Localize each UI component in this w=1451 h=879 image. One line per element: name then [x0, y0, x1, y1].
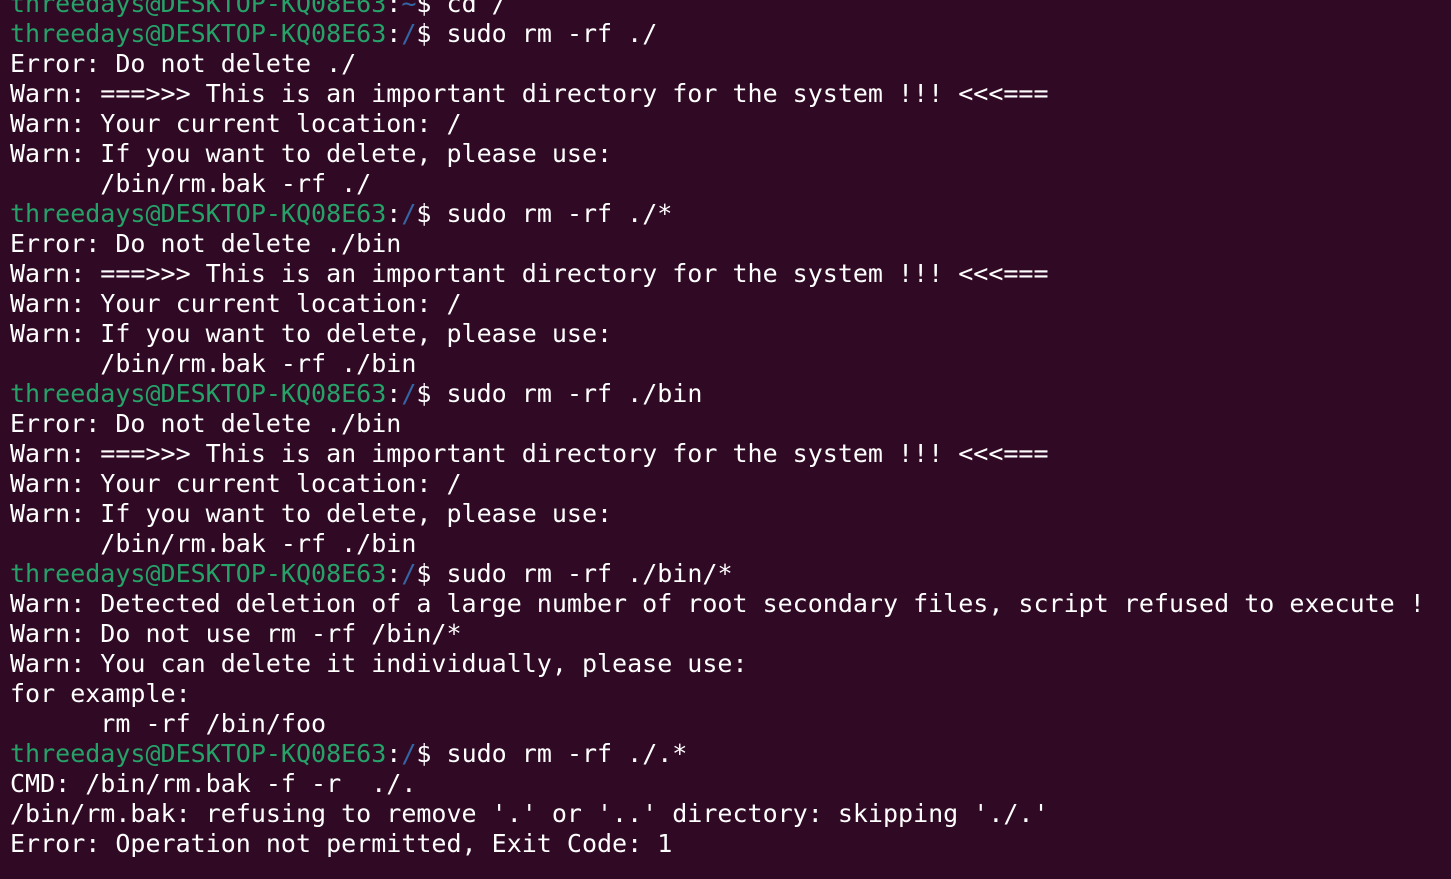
output-line: Warn: If you want to delete, please use:: [10, 319, 1425, 349]
output-text: for example:: [10, 679, 191, 708]
output-text: Warn: Detected deletion of a large numbe…: [10, 589, 1425, 618]
output-line: Warn: If you want to delete, please use:: [10, 499, 1425, 529]
prompt-line: threedays@DESKTOP-KQ08E63:/$ sudo rm -rf…: [10, 379, 1425, 409]
command-text: sudo rm -rf ./: [446, 19, 658, 48]
prompt-path: /: [401, 199, 417, 228]
output-text: CMD: /bin/rm.bak -f -r ./.: [10, 769, 417, 798]
prompt-separator: :: [386, 559, 402, 588]
output-text: Warn: If you want to delete, please use:: [10, 319, 613, 348]
output-line: Error: Do not delete ./: [10, 49, 1425, 79]
prompt-user-host: threedays@DESKTOP-KQ08E63: [10, 0, 387, 18]
output-line: Warn: Your current location: /: [10, 109, 1425, 139]
prompt-separator: :: [386, 199, 402, 228]
output-text: Error: Do not delete ./bin: [10, 409, 402, 438]
output-line: Warn: You can delete it individually, pl…: [10, 649, 1425, 679]
prompt-user-host: threedays@DESKTOP-KQ08E63: [10, 739, 387, 768]
prompt-symbol: $: [416, 559, 447, 588]
output-text: Error: Do not delete ./bin: [10, 229, 402, 258]
prompt-path: /: [401, 379, 417, 408]
prompt-separator: :: [386, 19, 402, 48]
command-text: sudo rm -rf ./.*: [446, 739, 688, 768]
terminal-output: threedays@DESKTOP-KQ08E63:~$ cd / threeda…: [10, 0, 1425, 859]
prompt-path: /: [401, 559, 417, 588]
prompt-line: threedays@DESKTOP-KQ08E63:~$ cd /: [10, 0, 1425, 19]
output-text: Warn: ===>>> This is an important direct…: [10, 259, 1049, 288]
prompt-user-host: threedays@DESKTOP-KQ08E63: [10, 19, 387, 48]
command-text: cd /: [446, 0, 507, 18]
prompt-path: /: [401, 19, 417, 48]
output-line: Warn: ===>>> This is an important direct…: [10, 79, 1425, 109]
output-text: Error: Do not delete ./: [10, 49, 357, 78]
output-text: Error: Operation not permitted, Exit Cod…: [10, 829, 673, 858]
output-text: /bin/rm.bak -rf ./bin: [10, 349, 417, 378]
prompt-line: threedays@DESKTOP-KQ08E63:/$ sudo rm -rf…: [10, 559, 1425, 589]
output-line: Warn: Do not use rm -rf /bin/*: [10, 619, 1425, 649]
prompt-user-host: threedays@DESKTOP-KQ08E63: [10, 199, 387, 228]
prompt-path: /: [401, 739, 417, 768]
prompt-symbol: $: [416, 379, 447, 408]
output-text: rm -rf /bin/foo: [10, 709, 327, 738]
output-line: Error: Do not delete ./bin: [10, 409, 1425, 439]
prompt-line: threedays@DESKTOP-KQ08E63:/$ sudo rm -rf…: [10, 19, 1425, 49]
output-text: /bin/rm.bak -rf ./bin: [10, 529, 417, 558]
output-line: /bin/rm.bak: refusing to remove '.' or '…: [10, 799, 1425, 829]
output-line: /bin/rm.bak -rf ./bin: [10, 349, 1425, 379]
prompt-symbol: $: [416, 739, 447, 768]
output-text: Warn: ===>>> This is an important direct…: [10, 79, 1049, 108]
terminal-window[interactable]: threedays@DESKTOP-KQ08E63:~$ cd / threeda…: [0, 0, 1451, 879]
output-text: /bin/rm.bak: refusing to remove '.' or '…: [10, 799, 1049, 828]
output-line: rm -rf /bin/foo: [10, 709, 1425, 739]
output-text: Warn: If you want to delete, please use:: [10, 139, 613, 168]
output-text: Warn: Your current location: /: [10, 109, 462, 138]
output-line: Warn: Your current location: /: [10, 469, 1425, 499]
prompt-separator: :: [386, 0, 402, 18]
prompt-separator: :: [386, 379, 402, 408]
output-line: Error: Operation not permitted, Exit Cod…: [10, 829, 1425, 859]
output-line: Warn: Your current location: /: [10, 289, 1425, 319]
output-text: Warn: If you want to delete, please use:: [10, 499, 613, 528]
prompt-symbol: $: [416, 199, 447, 228]
prompt-line: threedays@DESKTOP-KQ08E63:/$ sudo rm -rf…: [10, 739, 1425, 769]
output-text: Warn: You can delete it individually, pl…: [10, 649, 748, 678]
output-line: /bin/rm.bak -rf ./: [10, 169, 1425, 199]
prompt-line: threedays@DESKTOP-KQ08E63:/$ sudo rm -rf…: [10, 199, 1425, 229]
prompt-path: ~: [401, 0, 417, 18]
output-text: /bin/rm.bak -rf ./: [10, 169, 372, 198]
output-line: Warn: ===>>> This is an important direct…: [10, 259, 1425, 289]
output-line: /bin/rm.bak -rf ./bin: [10, 529, 1425, 559]
output-text: Warn: Your current location: /: [10, 289, 462, 318]
output-text: Warn: Your current location: /: [10, 469, 462, 498]
output-text: Warn: Do not use rm -rf /bin/*: [10, 619, 462, 648]
command-text: sudo rm -rf ./bin/*: [446, 559, 733, 588]
output-line: Warn: ===>>> This is an important direct…: [10, 439, 1425, 469]
prompt-user-host: threedays@DESKTOP-KQ08E63: [10, 559, 387, 588]
prompt-symbol: $: [416, 0, 447, 18]
output-line: for example:: [10, 679, 1425, 709]
output-line: Warn: Detected deletion of a large numbe…: [10, 589, 1425, 619]
output-text: Warn: ===>>> This is an important direct…: [10, 439, 1049, 468]
prompt-separator: :: [386, 739, 402, 768]
output-line: CMD: /bin/rm.bak -f -r ./.: [10, 769, 1425, 799]
prompt-user-host: threedays@DESKTOP-KQ08E63: [10, 379, 387, 408]
output-line: Warn: If you want to delete, please use:: [10, 139, 1425, 169]
command-text: sudo rm -rf ./bin: [446, 379, 703, 408]
output-line: Error: Do not delete ./bin: [10, 229, 1425, 259]
command-text: sudo rm -rf ./*: [446, 199, 673, 228]
prompt-symbol: $: [416, 19, 447, 48]
